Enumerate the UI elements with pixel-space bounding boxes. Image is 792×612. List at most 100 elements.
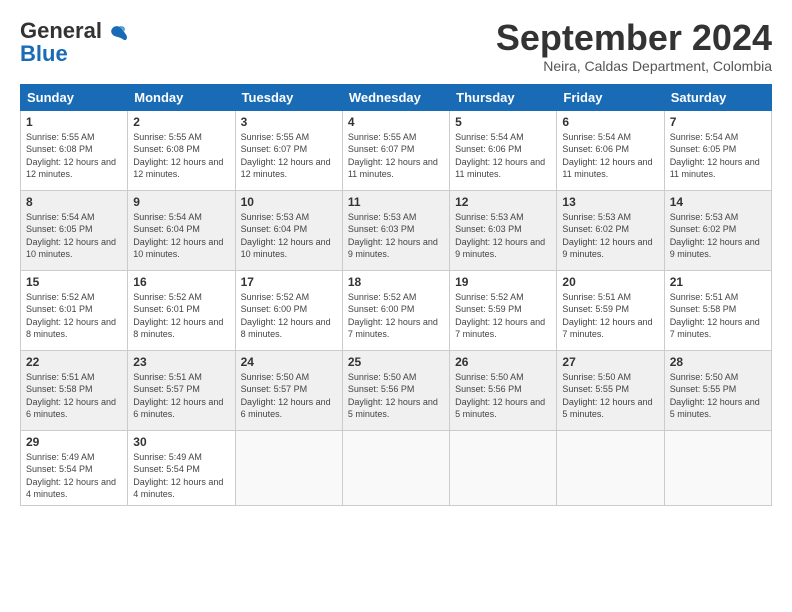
- table-row: 24 Sunrise: 5:50 AM Sunset: 5:57 PM Dayl…: [235, 350, 342, 430]
- day-number: 29: [26, 435, 122, 449]
- day-number: 11: [348, 195, 444, 209]
- table-row: 27 Sunrise: 5:50 AM Sunset: 5:55 PM Dayl…: [557, 350, 664, 430]
- calendar-week-row: 22 Sunrise: 5:51 AM Sunset: 5:58 PM Dayl…: [21, 350, 772, 430]
- cell-content: Sunrise: 5:52 AM Sunset: 5:59 PM Dayligh…: [455, 291, 551, 341]
- table-row: [557, 430, 664, 505]
- cell-content: Sunrise: 5:53 AM Sunset: 6:03 PM Dayligh…: [455, 211, 551, 261]
- table-row: 30 Sunrise: 5:49 AM Sunset: 5:54 PM Dayl…: [128, 430, 235, 505]
- cell-content: Sunrise: 5:53 AM Sunset: 6:03 PM Dayligh…: [348, 211, 444, 261]
- cell-content: Sunrise: 5:52 AM Sunset: 6:00 PM Dayligh…: [241, 291, 337, 341]
- day-number: 5: [455, 115, 551, 129]
- col-sunday: Sunday: [21, 84, 128, 110]
- cell-content: Sunrise: 5:50 AM Sunset: 5:55 PM Dayligh…: [562, 371, 658, 421]
- cell-content: Sunrise: 5:51 AM Sunset: 5:59 PM Dayligh…: [562, 291, 658, 341]
- table-row: 29 Sunrise: 5:49 AM Sunset: 5:54 PM Dayl…: [21, 430, 128, 505]
- table-row: 2 Sunrise: 5:55 AM Sunset: 6:08 PM Dayli…: [128, 110, 235, 190]
- table-row: 22 Sunrise: 5:51 AM Sunset: 5:58 PM Dayl…: [21, 350, 128, 430]
- day-number: 20: [562, 275, 658, 289]
- table-row: 8 Sunrise: 5:54 AM Sunset: 6:05 PM Dayli…: [21, 190, 128, 270]
- day-number: 3: [241, 115, 337, 129]
- day-number: 25: [348, 355, 444, 369]
- calendar-week-row: 8 Sunrise: 5:54 AM Sunset: 6:05 PM Dayli…: [21, 190, 772, 270]
- col-wednesday: Wednesday: [342, 84, 449, 110]
- table-row: 26 Sunrise: 5:50 AM Sunset: 5:56 PM Dayl…: [450, 350, 557, 430]
- day-number: 30: [133, 435, 229, 449]
- cell-content: Sunrise: 5:55 AM Sunset: 6:08 PM Dayligh…: [26, 131, 122, 181]
- day-number: 13: [562, 195, 658, 209]
- table-row: 15 Sunrise: 5:52 AM Sunset: 6:01 PM Dayl…: [21, 270, 128, 350]
- cell-content: Sunrise: 5:54 AM Sunset: 6:06 PM Dayligh…: [455, 131, 551, 181]
- cell-content: Sunrise: 5:50 AM Sunset: 5:57 PM Dayligh…: [241, 371, 337, 421]
- table-row: 21 Sunrise: 5:51 AM Sunset: 5:58 PM Dayl…: [664, 270, 771, 350]
- day-number: 6: [562, 115, 658, 129]
- table-row: [235, 430, 342, 505]
- table-row: 18 Sunrise: 5:52 AM Sunset: 6:00 PM Dayl…: [342, 270, 449, 350]
- header: General Blue September 2024 Neira, Calda…: [20, 18, 772, 74]
- day-number: 12: [455, 195, 551, 209]
- cell-content: Sunrise: 5:52 AM Sunset: 6:00 PM Dayligh…: [348, 291, 444, 341]
- calendar-week-row: 1 Sunrise: 5:55 AM Sunset: 6:08 PM Dayli…: [21, 110, 772, 190]
- cell-content: Sunrise: 5:51 AM Sunset: 5:58 PM Dayligh…: [26, 371, 122, 421]
- table-row: 23 Sunrise: 5:51 AM Sunset: 5:57 PM Dayl…: [128, 350, 235, 430]
- day-number: 21: [670, 275, 766, 289]
- day-number: 1: [26, 115, 122, 129]
- table-row: 1 Sunrise: 5:55 AM Sunset: 6:08 PM Dayli…: [21, 110, 128, 190]
- col-friday: Friday: [557, 84, 664, 110]
- title-area: September 2024 Neira, Caldas Department,…: [496, 18, 772, 74]
- col-thursday: Thursday: [450, 84, 557, 110]
- page: General Blue September 2024 Neira, Calda…: [0, 0, 792, 612]
- cell-content: Sunrise: 5:51 AM Sunset: 5:57 PM Dayligh…: [133, 371, 229, 421]
- day-number: 4: [348, 115, 444, 129]
- table-row: 9 Sunrise: 5:54 AM Sunset: 6:04 PM Dayli…: [128, 190, 235, 270]
- table-row: 20 Sunrise: 5:51 AM Sunset: 5:59 PM Dayl…: [557, 270, 664, 350]
- table-row: 6 Sunrise: 5:54 AM Sunset: 6:06 PM Dayli…: [557, 110, 664, 190]
- location-subtitle: Neira, Caldas Department, Colombia: [496, 58, 772, 74]
- day-number: 10: [241, 195, 337, 209]
- table-row: 5 Sunrise: 5:54 AM Sunset: 6:06 PM Dayli…: [450, 110, 557, 190]
- day-number: 27: [562, 355, 658, 369]
- cell-content: Sunrise: 5:55 AM Sunset: 6:07 PM Dayligh…: [348, 131, 444, 181]
- table-row: 25 Sunrise: 5:50 AM Sunset: 5:56 PM Dayl…: [342, 350, 449, 430]
- cell-content: Sunrise: 5:55 AM Sunset: 6:08 PM Dayligh…: [133, 131, 229, 181]
- cell-content: Sunrise: 5:53 AM Sunset: 6:04 PM Dayligh…: [241, 211, 337, 261]
- col-monday: Monday: [128, 84, 235, 110]
- cell-content: Sunrise: 5:54 AM Sunset: 6:05 PM Dayligh…: [26, 211, 122, 261]
- table-row: 12 Sunrise: 5:53 AM Sunset: 6:03 PM Dayl…: [450, 190, 557, 270]
- day-number: 7: [670, 115, 766, 129]
- day-number: 24: [241, 355, 337, 369]
- cell-content: Sunrise: 5:49 AM Sunset: 5:54 PM Dayligh…: [133, 451, 229, 501]
- day-number: 8: [26, 195, 122, 209]
- day-number: 23: [133, 355, 229, 369]
- day-number: 9: [133, 195, 229, 209]
- cell-content: Sunrise: 5:50 AM Sunset: 5:56 PM Dayligh…: [455, 371, 551, 421]
- cell-content: Sunrise: 5:53 AM Sunset: 6:02 PM Dayligh…: [562, 211, 658, 261]
- day-number: 2: [133, 115, 229, 129]
- cell-content: Sunrise: 5:50 AM Sunset: 5:55 PM Dayligh…: [670, 371, 766, 421]
- day-number: 19: [455, 275, 551, 289]
- day-number: 28: [670, 355, 766, 369]
- table-row: 13 Sunrise: 5:53 AM Sunset: 6:02 PM Dayl…: [557, 190, 664, 270]
- table-row: 4 Sunrise: 5:55 AM Sunset: 6:07 PM Dayli…: [342, 110, 449, 190]
- cell-content: Sunrise: 5:55 AM Sunset: 6:07 PM Dayligh…: [241, 131, 337, 181]
- table-row: [664, 430, 771, 505]
- cell-content: Sunrise: 5:53 AM Sunset: 6:02 PM Dayligh…: [670, 211, 766, 261]
- day-number: 18: [348, 275, 444, 289]
- table-row: 17 Sunrise: 5:52 AM Sunset: 6:00 PM Dayl…: [235, 270, 342, 350]
- calendar-header-row: Sunday Monday Tuesday Wednesday Thursday…: [21, 84, 772, 110]
- table-row: 11 Sunrise: 5:53 AM Sunset: 6:03 PM Dayl…: [342, 190, 449, 270]
- logo: General Blue: [20, 18, 130, 67]
- col-tuesday: Tuesday: [235, 84, 342, 110]
- day-number: 22: [26, 355, 122, 369]
- calendar-week-row: 29 Sunrise: 5:49 AM Sunset: 5:54 PM Dayl…: [21, 430, 772, 505]
- calendar-week-row: 15 Sunrise: 5:52 AM Sunset: 6:01 PM Dayl…: [21, 270, 772, 350]
- day-number: 16: [133, 275, 229, 289]
- cell-content: Sunrise: 5:51 AM Sunset: 5:58 PM Dayligh…: [670, 291, 766, 341]
- cell-content: Sunrise: 5:52 AM Sunset: 6:01 PM Dayligh…: [133, 291, 229, 341]
- day-number: 17: [241, 275, 337, 289]
- table-row: 14 Sunrise: 5:53 AM Sunset: 6:02 PM Dayl…: [664, 190, 771, 270]
- cell-content: Sunrise: 5:52 AM Sunset: 6:01 PM Dayligh…: [26, 291, 122, 341]
- table-row: 19 Sunrise: 5:52 AM Sunset: 5:59 PM Dayl…: [450, 270, 557, 350]
- table-row: 16 Sunrise: 5:52 AM Sunset: 6:01 PM Dayl…: [128, 270, 235, 350]
- table-row: [450, 430, 557, 505]
- cell-content: Sunrise: 5:50 AM Sunset: 5:56 PM Dayligh…: [348, 371, 444, 421]
